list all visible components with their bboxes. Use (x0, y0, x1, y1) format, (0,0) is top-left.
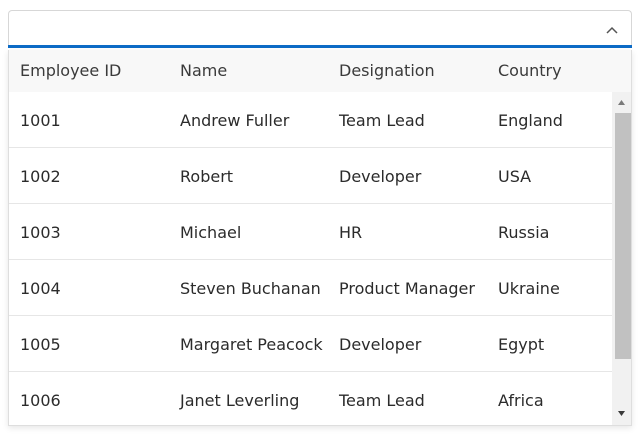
cell-employee-id: 1005 (20, 335, 61, 354)
vertical-scrollbar[interactable] (612, 92, 631, 425)
cell-employee-id: 1002 (20, 167, 61, 186)
cell-employee-id: 1004 (20, 279, 61, 298)
combobox-popup: Employee ID Name Designation Country 100… (8, 50, 632, 426)
cell-name: Andrew Fuller (180, 111, 290, 130)
chevron-up-icon[interactable] (601, 19, 623, 41)
cell-name: Michael (180, 223, 242, 242)
cell-employee-id: 1001 (20, 111, 61, 130)
table-row[interactable]: 1006 Janet Leverling Team Lead Africa (9, 372, 612, 425)
scrollbar-thumb[interactable] (615, 113, 631, 359)
table-row[interactable]: 1001 Andrew Fuller Team Lead England (9, 92, 612, 148)
employee-combobox[interactable] (8, 10, 632, 48)
scroll-down-arrow-icon[interactable] (612, 404, 631, 422)
table-row[interactable]: 1005 Margaret Peacock Developer Egypt (9, 316, 612, 372)
column-header-country[interactable]: Country (498, 50, 562, 92)
cell-employee-id: 1006 (20, 391, 61, 410)
cell-country: Egypt (498, 335, 545, 354)
cell-employee-id: 1003 (20, 223, 61, 242)
cell-country: Russia (498, 223, 550, 242)
cell-country: Africa (498, 391, 544, 410)
cell-designation: Team Lead (339, 391, 425, 410)
cell-designation: Team Lead (339, 111, 425, 130)
cell-country: USA (498, 167, 532, 186)
cell-name: Steven Buchanan (180, 279, 321, 298)
cell-designation: Developer (339, 335, 422, 354)
cell-name: Robert (180, 167, 234, 186)
cell-name: Janet Leverling (180, 391, 300, 410)
grid-body: 1001 Andrew Fuller Team Lead England 100… (9, 92, 612, 425)
column-header-designation[interactable]: Designation (339, 50, 435, 92)
cell-designation: Product Manager (339, 279, 475, 298)
column-header-name[interactable]: Name (180, 50, 227, 92)
table-row[interactable]: 1002 Robert Developer USA (9, 148, 612, 204)
cell-designation: Developer (339, 167, 422, 186)
table-row[interactable]: 1003 Michael HR Russia (9, 204, 612, 260)
grid-header: Employee ID Name Designation Country (9, 50, 631, 93)
scroll-up-arrow-icon[interactable] (612, 94, 631, 112)
combobox-input[interactable] (17, 17, 581, 43)
table-row[interactable]: 1004 Steven Buchanan Product Manager Ukr… (9, 260, 612, 316)
column-header-employee-id[interactable]: Employee ID (20, 50, 121, 92)
cell-name: Margaret Peacock (180, 335, 323, 354)
cell-country: England (498, 111, 563, 130)
cell-designation: HR (339, 223, 363, 242)
cell-country: Ukraine (498, 279, 560, 298)
